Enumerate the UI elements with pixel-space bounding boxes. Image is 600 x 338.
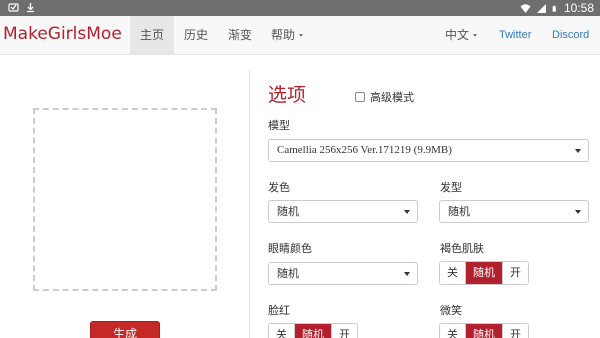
navbar: MakeGirlsMoe 主页 历史 渐变 帮助 中文 Twitter Disc… — [0, 16, 600, 55]
dark-skin-off-button[interactable]: 关 — [440, 262, 466, 284]
chevron-down-icon — [575, 210, 581, 214]
nav-gradient-label: 渐变 — [228, 28, 253, 42]
signal-icon — [536, 3, 546, 13]
blush-off-button[interactable]: 关 — [269, 324, 295, 338]
eye-color-value: 随机 — [277, 267, 299, 280]
notification-icon — [8, 3, 19, 12]
dark-skin-label: 褐色肌肤 — [440, 242, 484, 255]
smile-label: 微笑 — [440, 304, 462, 317]
status-time: 10:58 — [563, 1, 594, 15]
hair-style-select[interactable]: 随机 — [439, 200, 589, 223]
nav-history-label: 历史 — [184, 28, 209, 42]
brand-logo[interactable]: MakeGirlsMoe — [3, 24, 122, 44]
nav-history[interactable]: 历史 — [184, 16, 208, 55]
advanced-mode-checkbox[interactable] — [355, 92, 365, 102]
chevron-down-icon — [299, 34, 304, 37]
nav-home[interactable]: 主页 — [130, 16, 174, 55]
language-label: 中文 — [445, 28, 470, 42]
hair-color-value: 随机 — [277, 205, 299, 218]
download-icon — [27, 3, 34, 13]
dark-skin-random-button[interactable]: 随机 — [466, 262, 503, 284]
options-title: 选项 — [268, 84, 307, 106]
eye-color-label: 眼睛颜色 — [268, 242, 312, 255]
hair-style-label: 发型 — [440, 181, 462, 194]
nav-home-label: 主页 — [139, 28, 164, 42]
blush-toggle-group: 关 随机 开 — [268, 323, 358, 338]
advanced-mode-toggle[interactable]: 高级模式 — [355, 89, 414, 105]
dark-skin-toggle-group: 关 随机 开 — [439, 261, 529, 285]
language-dropdown[interactable]: 中文 — [445, 16, 478, 55]
model-select[interactable]: Camellia 256x256 Ver.171219 (9.9MB) — [268, 139, 589, 162]
discord-link[interactable]: Discord — [552, 16, 589, 55]
wifi-icon — [520, 3, 531, 13]
status-bar: 10:58 — [0, 0, 600, 16]
eye-color-select[interactable]: 随机 — [268, 262, 418, 285]
battery-icon — [552, 5, 556, 12]
model-select-value: Camellia 256x256 Ver.171219 (9.9MB) — [277, 144, 452, 156]
nav-gradient[interactable]: 渐变 — [228, 16, 252, 55]
smile-off-button[interactable]: 关 — [440, 324, 466, 338]
blush-label: 脸红 — [268, 304, 290, 317]
smile-random-button[interactable]: 随机 — [466, 324, 503, 338]
generate-button[interactable]: 生成 — [90, 321, 160, 338]
hair-style-value: 随机 — [448, 205, 470, 218]
chevron-down-icon — [575, 149, 581, 153]
model-label: 模型 — [268, 119, 290, 132]
chevron-down-icon — [473, 34, 478, 37]
hair-color-label: 发色 — [268, 181, 290, 194]
smile-toggle-group: 关 随机 开 — [439, 323, 529, 338]
panel-divider — [249, 70, 250, 338]
result-canvas-placeholder — [33, 108, 217, 291]
twitter-link[interactable]: Twitter — [499, 16, 531, 55]
chevron-down-icon — [404, 210, 410, 214]
nav-help-dropdown[interactable]: 帮助 — [271, 16, 304, 55]
smile-on-button[interactable]: 开 — [503, 324, 528, 338]
chevron-down-icon — [404, 272, 410, 276]
blush-on-button[interactable]: 开 — [332, 324, 357, 338]
blush-random-button[interactable]: 随机 — [295, 324, 332, 338]
hair-color-select[interactable]: 随机 — [268, 200, 418, 223]
dark-skin-on-button[interactable]: 开 — [503, 262, 528, 284]
nav-help-label: 帮助 — [271, 28, 296, 42]
advanced-mode-label: 高级模式 — [370, 91, 414, 104]
